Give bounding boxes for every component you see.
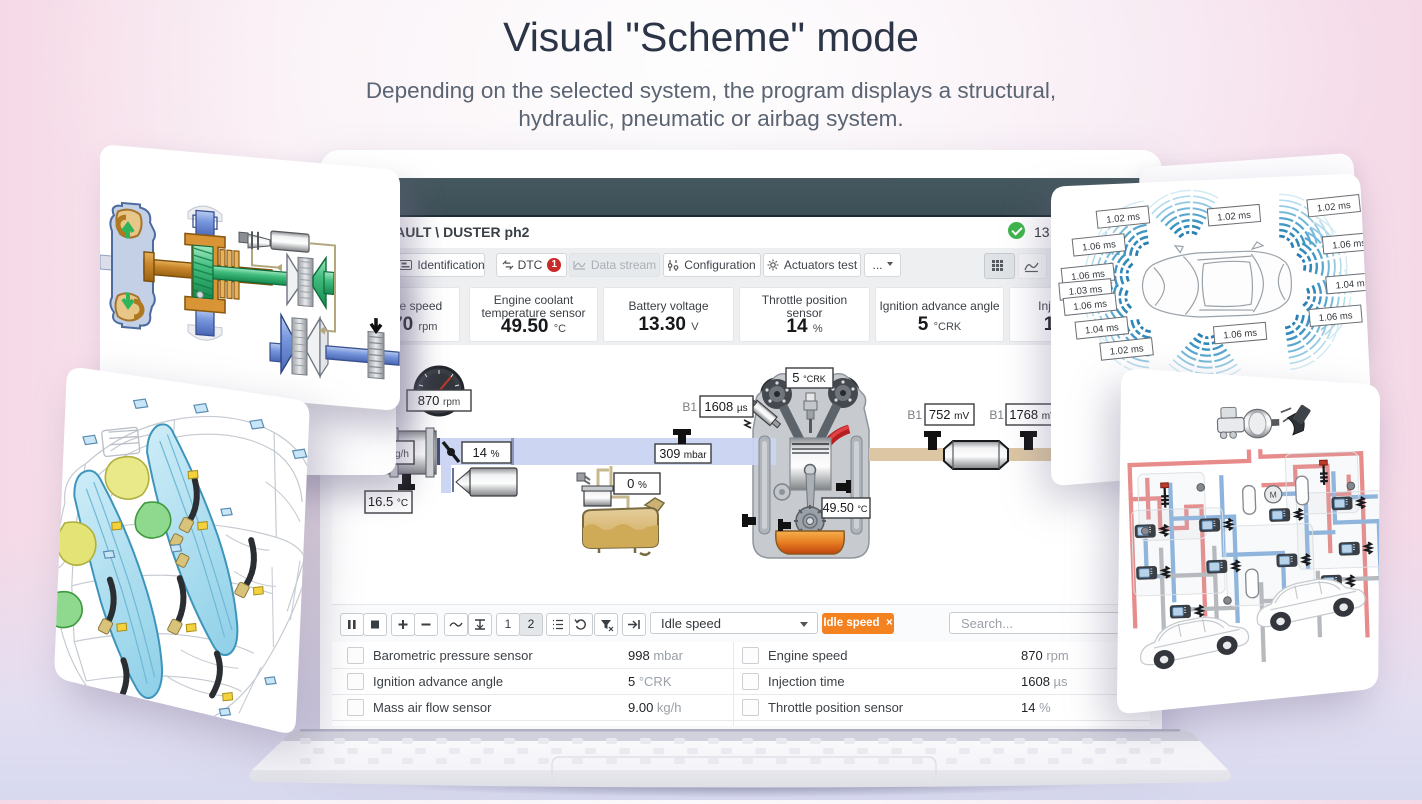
svg-text:B1: B1	[682, 400, 697, 414]
svg-text:B1: B1	[907, 408, 922, 422]
svg-text:49.50 °C: 49.50 °C	[823, 501, 868, 515]
svg-text:M: M	[1269, 490, 1276, 500]
svg-text:B1: B1	[989, 408, 1004, 422]
svg-text:309 mbar: 309 mbar	[659, 447, 707, 461]
